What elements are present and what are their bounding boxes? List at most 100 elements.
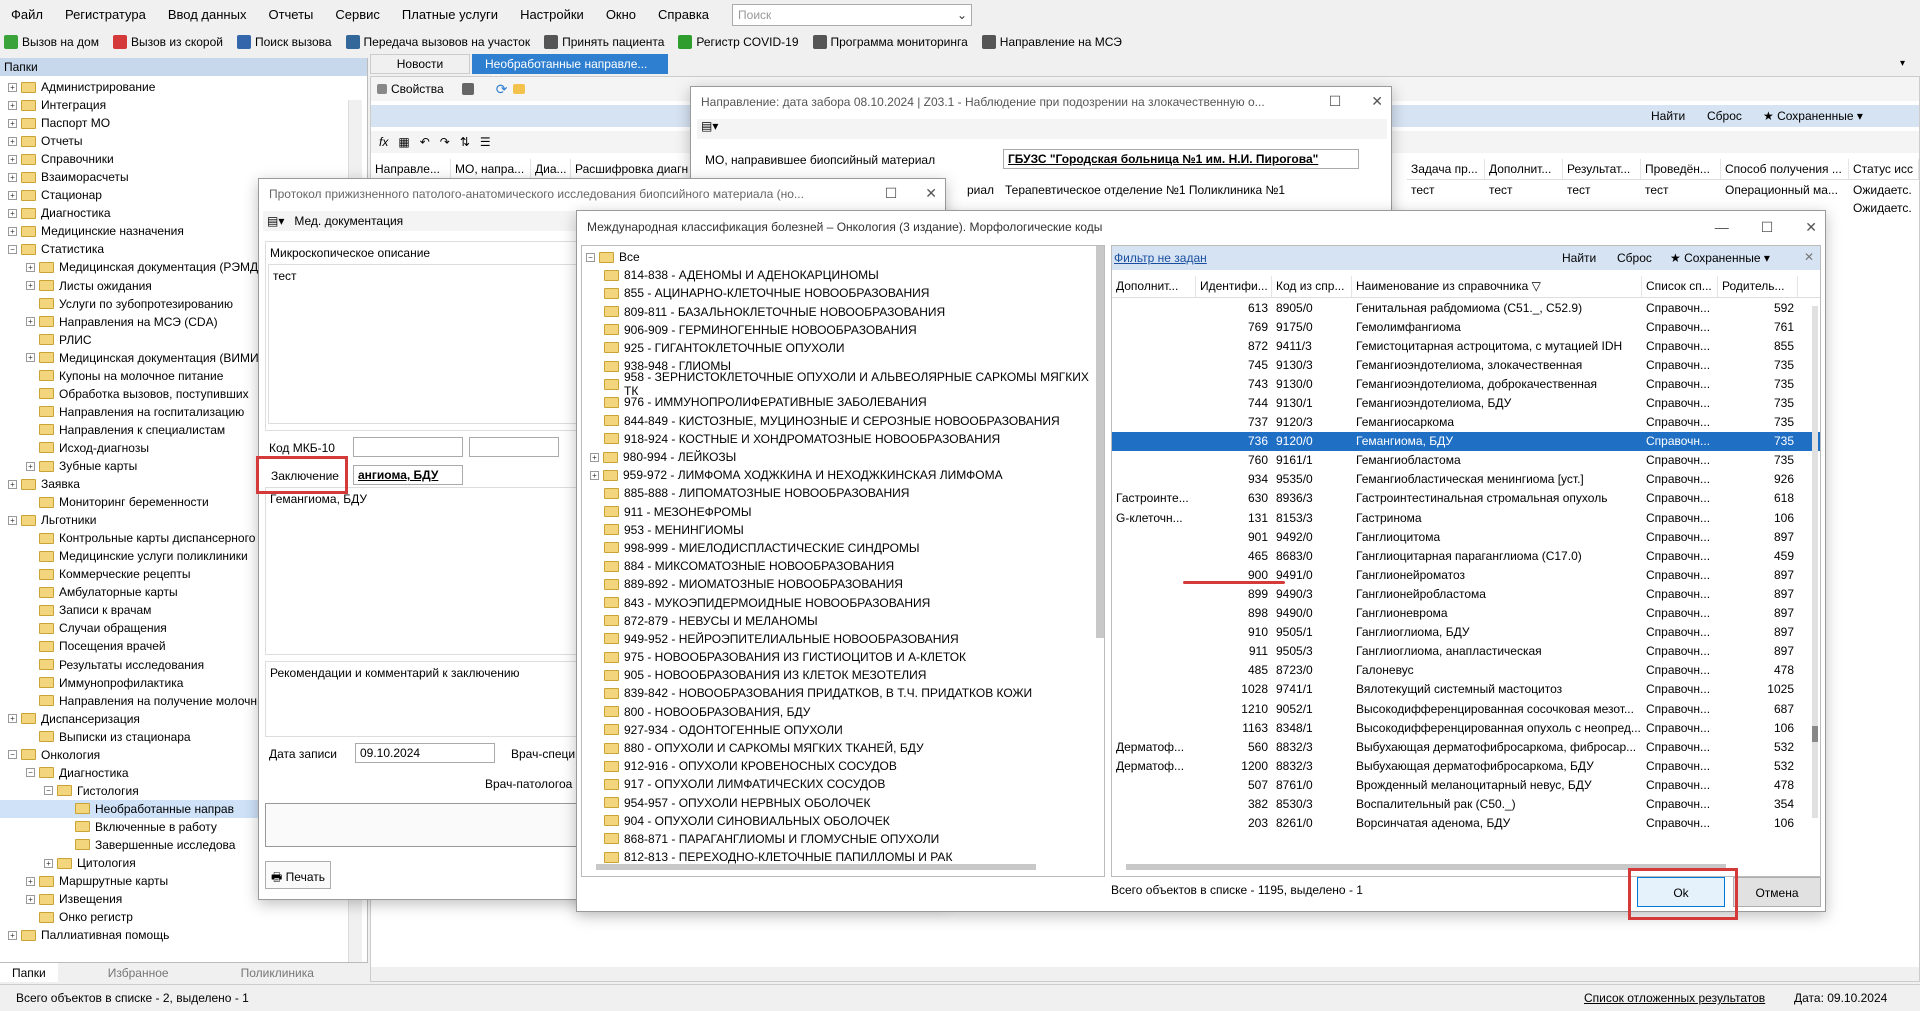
expand-icon[interactable]: + xyxy=(8,208,17,218)
expand-icon[interactable]: + xyxy=(26,894,35,904)
category-item[interactable]: 975 - НОВООБРАЗОВАНИЯ ИЗ ГИСТИОЦИТОВ И А… xyxy=(582,648,1104,666)
mo-field[interactable]: ГБУЗС "Городская больница №1 им. Н.И. Пи… xyxy=(1003,149,1359,169)
tree-node[interactable]: + Паллиативная помощь xyxy=(0,926,367,944)
table-row[interactable]: 485 8723/0 Галоневус Справочн... 478 xyxy=(1112,661,1820,680)
col-header[interactable]: Направле... xyxy=(371,159,451,179)
category-item[interactable]: 885-888 - ЛИПОМАТОЗНЫЕ НОВООБРАЗОВАНИЯ xyxy=(582,484,1104,502)
deferred-results-link[interactable]: Список отложенных результатов xyxy=(1584,991,1765,1005)
table-row[interactable]: 737 9120/3 Гемангиосаркома Справочн... 735 xyxy=(1112,413,1820,432)
category-vscrollbar[interactable] xyxy=(1096,246,1104,638)
maximize-icon[interactable]: ☐ xyxy=(1761,219,1774,236)
filter-link[interactable]: Фильтр не задан xyxy=(1114,251,1207,265)
col-header[interactable]: Задача пр... xyxy=(1407,159,1485,179)
category-hscrollbar[interactable] xyxy=(596,864,1036,870)
category-item[interactable]: 906-909 - ГЕРМИНОГЕННЫЕ НОВООБРАЗОВАНИЯ xyxy=(582,321,1104,339)
category-item[interactable]: +980-994 - ЛЕЙКОЗЫ xyxy=(582,448,1104,466)
table-row[interactable]: 899 9490/3 Ганглионейробластома Справочн...… xyxy=(1112,584,1820,603)
select-icon[interactable]: ▦ xyxy=(398,135,409,149)
col-header[interactable]: Код из спр... xyxy=(1272,276,1352,297)
expand-icon[interactable]: + xyxy=(8,100,17,110)
col-header[interactable]: Результат... xyxy=(1563,159,1641,179)
expand-icon[interactable]: + xyxy=(26,353,35,363)
saved-filters-button[interactable]: ★ Сохраненные ▾ xyxy=(1670,251,1770,265)
saved-filters-button[interactable]: ★ Сохраненные ▾ xyxy=(1763,109,1863,123)
close-icon[interactable]: ✕ xyxy=(1804,250,1814,264)
table-row[interactable]: 760 9161/1 Гемангиобластома Справочн... 735 xyxy=(1112,451,1820,470)
table-row[interactable]: 736 9120/0 Гемангиома, БДУ Справочн... 735 xyxy=(1112,431,1820,451)
table-row[interactable]: 769 9175/0 Гемолимфангиома Справочн... 761 xyxy=(1112,317,1820,336)
table-row[interactable]: 898 9490/0 Ганглионеврома Справочн... 897 xyxy=(1112,604,1820,623)
table-row[interactable]: 872 9411/3 Гемистоцитарная астроцитома, с … xyxy=(1112,336,1820,355)
tab-folders[interactable]: Папки xyxy=(0,963,58,982)
tab-news[interactable]: Новости xyxy=(370,54,470,74)
table-row[interactable]: 507 8761/0 Врожденный меланоцитарный невус… xyxy=(1112,775,1820,794)
expand-icon[interactable]: + xyxy=(8,118,17,128)
category-item[interactable]: 953 - МЕНИНГИОМЫ xyxy=(582,521,1104,539)
tree-node[interactable]: + Справочники xyxy=(0,150,367,168)
table-row[interactable]: 934 9535/0 Гемангиобластическая менингиома… xyxy=(1112,470,1820,489)
expand-icon[interactable]: + xyxy=(8,190,17,200)
category-item[interactable]: 911 - МЕЗОНЕФРОМЫ xyxy=(582,502,1104,520)
category-item[interactable]: 843 - МУКОЭПИДЕРМОИДНЫЕ НОВООБРАЗОВАНИЯ xyxy=(582,593,1104,611)
menu-item[interactable]: Платные услуги xyxy=(391,0,509,30)
expand-icon[interactable]: + xyxy=(8,136,17,146)
print-icon[interactable]: ▤▾ xyxy=(701,119,718,133)
table-row[interactable]: Дерматоф... 560 8832/3 Выбухающая дерматофи… xyxy=(1112,737,1820,756)
col-header[interactable]: Способ получения ... xyxy=(1721,159,1849,179)
reset-button[interactable]: Сброс xyxy=(1707,109,1742,123)
table-row[interactable]: 382 8530/3 Воспалительный рак (C50._) Справ… xyxy=(1112,794,1820,813)
category-item[interactable]: 927-934 - ОДОНТОГЕННЫЕ ОПУХОЛИ xyxy=(582,721,1104,739)
menu-item[interactable]: Окно xyxy=(595,0,647,30)
category-item[interactable]: 844-849 - КИСТОЗНЫЕ, МУЦИНОЗНЫЕ И СЕРОЗН… xyxy=(582,412,1104,430)
menu-item[interactable]: Отчеты xyxy=(257,0,324,30)
redo-icon[interactable]: ↷ xyxy=(440,135,450,149)
table-row[interactable]: 901 9492/0 Ганглиоцитома Справочн... 897 xyxy=(1112,527,1820,546)
expand-icon[interactable]: + xyxy=(8,82,17,92)
expand-icon[interactable]: + xyxy=(8,172,17,182)
expand-icon[interactable]: + xyxy=(26,461,35,471)
reset-button[interactable]: Сброс xyxy=(1617,251,1652,265)
table-row[interactable]: 745 9130/3 Гемангиоэндотелиома, злокачеств… xyxy=(1112,355,1820,374)
category-item[interactable]: 855 - АЦИНАРНО-КЛЕТОЧНЫЕ НОВООБРАЗОВАНИЯ xyxy=(582,284,1104,302)
expand-icon[interactable]: + xyxy=(8,154,17,164)
expand-icon[interactable]: + xyxy=(8,930,17,940)
col-header[interactable]: Родитель... xyxy=(1718,276,1798,297)
list-icon[interactable]: ☰ xyxy=(480,135,491,149)
close-icon[interactable]: ✕ xyxy=(925,185,937,202)
category-item[interactable]: 889-892 - МИОМАТОЗНЫЕ НОВООБРАЗОВАНИЯ xyxy=(582,575,1104,593)
expand-icon[interactable]: − xyxy=(44,786,53,796)
category-item[interactable]: 918-924 - КОСТНЫЕ И ХОНДРОМАТОЗНЫЕ НОВОО… xyxy=(582,430,1104,448)
chevron-down-icon[interactable]: ▾ xyxy=(1900,58,1905,69)
table-row[interactable]: 910 9505/1 Ганглиоглиома, БДУ Справочн... 89… xyxy=(1112,623,1820,642)
tree-node[interactable]: Онко регистр xyxy=(0,908,367,926)
col-header[interactable]: Дополнит... xyxy=(1112,276,1196,297)
category-item[interactable]: 904 - ОПУХОЛИ СИНОВИАЛЬНЫХ ОБОЛОЧЕК xyxy=(582,812,1104,830)
expand-icon[interactable]: − xyxy=(8,750,17,760)
col-header[interactable]: Идентифи... xyxy=(1196,276,1272,297)
mkb-name-field[interactable] xyxy=(469,437,559,457)
close-icon[interactable]: ✕ xyxy=(1371,93,1383,110)
properties-button[interactable]: Свойства xyxy=(391,82,444,96)
table-row[interactable]: 744 9130/1 Гемангиоэндотелиома, БДУ Справоч… xyxy=(1112,393,1820,412)
category-item[interactable]: 949-952 - НЕЙРОЭПИТЕЛИАЛЬНЫЕ НОВООБРАЗОВ… xyxy=(582,630,1104,648)
workspace-hscrollbar[interactable] xyxy=(371,967,1919,981)
toolbar-button[interactable]: Вызов на дом xyxy=(0,35,103,49)
sort-icon[interactable]: ⇅ xyxy=(460,135,470,149)
table-row[interactable]: 465 8683/0 Ганглиоцитарная параганглиома (… xyxy=(1112,546,1820,565)
conclusion-code-field[interactable]: ангиома, БДУ xyxy=(353,465,463,485)
print-menu-icon[interactable] xyxy=(461,83,474,95)
cancel-button[interactable]: Отмена xyxy=(1733,877,1821,907)
expand-icon[interactable]: + xyxy=(26,876,35,886)
table-row[interactable]: Гастроинте... 630 8936/3 Гастроинтестинальн… xyxy=(1112,489,1820,508)
toolbar-button[interactable]: Программа мониторинга xyxy=(809,35,972,49)
category-item[interactable]: 905 - НОВООБРАЗОВАНИЯ ИЗ КЛЕТОК МЕЗОТЕЛИ… xyxy=(582,666,1104,684)
refresh-icon[interactable]: ⟳ xyxy=(496,81,508,98)
mkb-code-field[interactable] xyxy=(353,437,463,457)
tree-node[interactable]: + Администрирование xyxy=(0,78,367,96)
table-row[interactable]: 1210 9052/1 Высокодифференцированная сосоч… xyxy=(1112,699,1820,718)
category-item[interactable]: 800 - НОВООБРАЗОВАНИЯ, БДУ xyxy=(582,703,1104,721)
toolbar-button[interactable]: Принять пациента xyxy=(540,35,668,49)
category-item[interactable]: 884 - МИКСОМАТОЗНЫЕ НОВООБРАЗОВАНИЯ xyxy=(582,557,1104,575)
menu-item[interactable]: Справка xyxy=(647,0,720,30)
col-header[interactable]: Наименование из справочника ▽ xyxy=(1352,276,1642,297)
